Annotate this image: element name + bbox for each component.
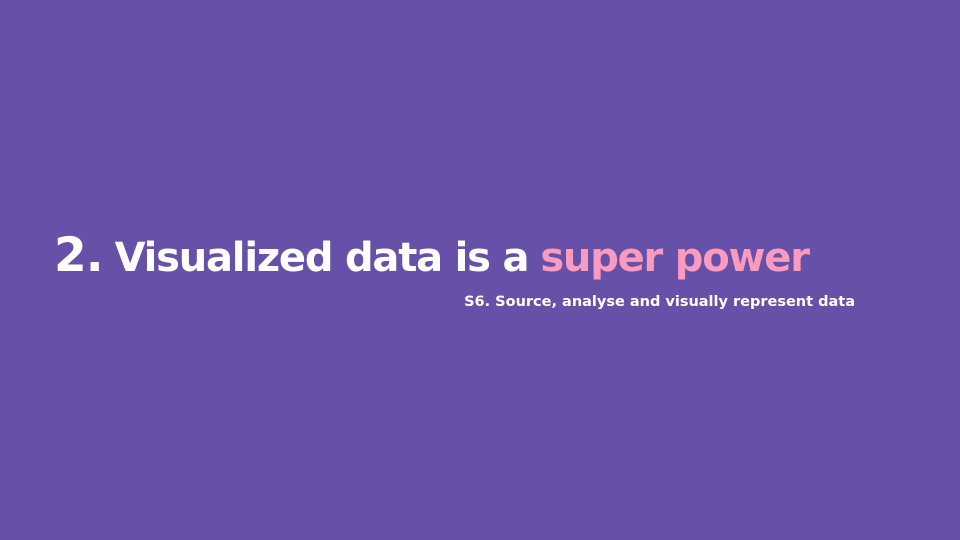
slide-subtitle: S6. Source, analyse and visually represe… [464, 294, 855, 310]
slide-title: 2. Visualized data is a super power [54, 228, 810, 283]
section-number: 2. [54, 228, 104, 283]
slide: 2. Visualized data is a super power S6. … [0, 0, 960, 540]
title-main-text: Visualized data is a [114, 235, 530, 281]
title-highlight-text: super power [540, 235, 810, 281]
